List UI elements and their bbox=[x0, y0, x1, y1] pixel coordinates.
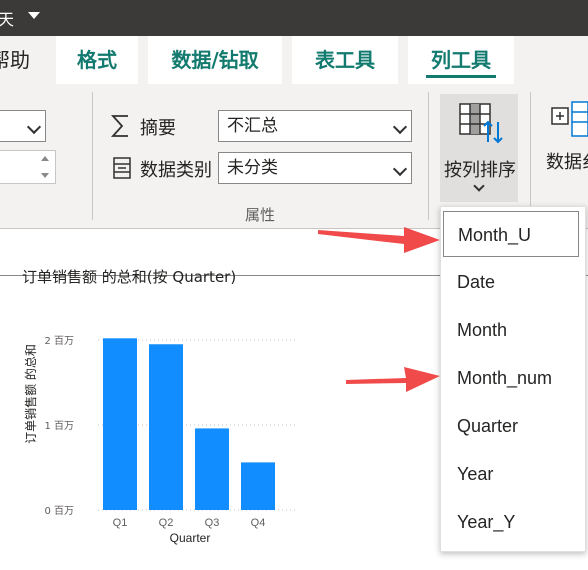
y-tick-label: 0 百万 bbox=[44, 505, 74, 517]
bar[interactable] bbox=[241, 462, 275, 510]
sort-menu-item[interactable]: Month bbox=[441, 307, 585, 353]
spin-down-icon[interactable] bbox=[41, 173, 49, 178]
caret-down-icon[interactable] bbox=[28, 12, 40, 19]
window-title: 天 bbox=[0, 10, 15, 29]
data-groups-label: 数据纟 bbox=[546, 152, 588, 173]
chevron-down-icon bbox=[26, 119, 42, 135]
x-axis-label: Quarter bbox=[170, 531, 211, 545]
summarization-label: 摘要 bbox=[140, 118, 176, 139]
sort-menu-item[interactable]: Month_U bbox=[443, 211, 579, 257]
title-bar: 天 bbox=[0, 0, 588, 36]
sort-menu-item[interactable]: Month_num bbox=[441, 355, 585, 401]
sort-by-column-label: 按列排序 bbox=[444, 160, 516, 181]
y-tick-label: 1 百万 bbox=[44, 420, 74, 432]
spin-up-icon[interactable] bbox=[41, 156, 49, 161]
arrow-icon bbox=[346, 367, 440, 392]
summarization-dropdown[interactable]: 不汇总 bbox=[218, 110, 412, 142]
ribbon-tabs: 帮助 格式 数据/钻取 表工具 列工具 bbox=[0, 36, 588, 86]
chevron-down-icon bbox=[392, 119, 408, 135]
bar[interactable] bbox=[195, 428, 229, 510]
tab-help[interactable]: 帮助 bbox=[0, 36, 42, 84]
x-tick-label: Q3 bbox=[205, 517, 220, 529]
bar-chart[interactable]: 0 百万 1 百万 2 百万 Q1 Q2 Q3 Q4 Quarter 订单销售额 的总和 bbox=[0, 276, 330, 570]
sort-menu-item[interactable]: Quarter bbox=[441, 403, 585, 449]
y-axis-label: 订单销售额 的总和 bbox=[23, 344, 38, 444]
tab-format[interactable]: 格式 bbox=[56, 36, 138, 84]
decimal-spinner[interactable] bbox=[0, 150, 56, 184]
y-tick-label: 2 百万 bbox=[44, 335, 74, 347]
data-groups-icon[interactable] bbox=[550, 100, 588, 140]
tab-table-tools[interactable]: 表工具 bbox=[292, 36, 398, 84]
active-tab-indicator bbox=[426, 75, 496, 78]
sort-by-column-icon bbox=[459, 103, 503, 144]
x-tick-label: Q1 bbox=[113, 517, 128, 529]
properties-group-label: 属性 bbox=[245, 206, 276, 224]
x-tick-label: Q2 bbox=[159, 517, 174, 529]
divider bbox=[92, 92, 93, 220]
data-category-dropdown[interactable]: 未分类 bbox=[218, 152, 412, 184]
sort-menu-item[interactable]: Year bbox=[441, 451, 585, 497]
divider bbox=[530, 92, 531, 220]
bar[interactable] bbox=[103, 338, 137, 510]
tab-column-tools[interactable]: 列工具 bbox=[408, 36, 514, 84]
data-category-icon bbox=[113, 157, 131, 179]
chevron-down-icon bbox=[392, 161, 408, 177]
sort-by-column-menu: Month_U Date Month Month_num Quarter Year Year… bbox=[440, 206, 586, 552]
sort-menu-item[interactable]: Year_Y bbox=[441, 499, 585, 545]
chevron-down-icon bbox=[473, 180, 485, 192]
sort-menu-item[interactable]: Date bbox=[441, 259, 585, 305]
sigma-icon bbox=[110, 115, 128, 137]
tab-data-drill[interactable]: 数据/钻取 bbox=[148, 36, 282, 84]
bar[interactable] bbox=[149, 344, 183, 510]
format-dropdown[interactable] bbox=[0, 110, 46, 142]
divider bbox=[428, 92, 429, 220]
data-category-label: 数据类别 bbox=[140, 160, 212, 181]
sort-by-column-button[interactable]: 按列排序 bbox=[440, 94, 518, 202]
x-tick-label: Q4 bbox=[251, 517, 266, 529]
